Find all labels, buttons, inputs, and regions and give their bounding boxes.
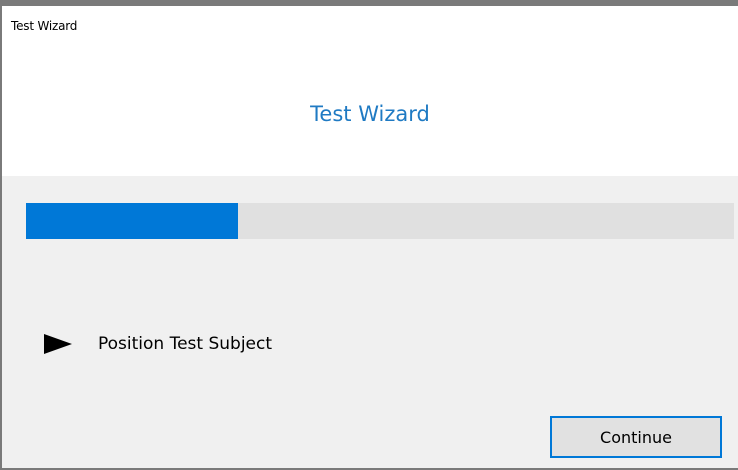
header-title: Test Wizard — [310, 102, 430, 126]
progress-bar — [26, 203, 734, 239]
wizard-window: Test Wizard Test Wizard Position Test Su… — [0, 0, 738, 470]
wizard-header: Test Wizard — [2, 32, 738, 176]
continue-button[interactable]: Continue — [550, 416, 722, 458]
window-title: Test Wizard — [11, 19, 78, 33]
wizard-body: Position Test Subject Continue — [2, 176, 738, 468]
title-bar[interactable]: Test Wizard — [2, 6, 738, 33]
play-icon — [44, 334, 72, 354]
progress-bar-fill — [26, 203, 239, 239]
current-step: Position Test Subject — [44, 329, 272, 359]
step-label: Position Test Subject — [98, 334, 273, 354]
